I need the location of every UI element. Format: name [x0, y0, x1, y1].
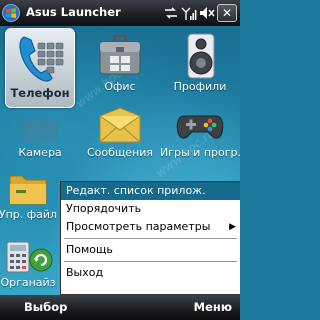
tile-messages[interactable]: Сообщения: [80, 106, 160, 159]
menu-divider: [64, 238, 237, 239]
menu-item-exit[interactable]: Выход: [61, 264, 240, 282]
submenu-arrow-icon: ▶: [229, 222, 236, 232]
soft-key-bar: Выбор Меню: [0, 295, 240, 320]
menu-item-help[interactable]: Помощь: [61, 241, 240, 259]
office-briefcase-icon: [99, 34, 141, 75]
menu-item-label: Помощь: [66, 243, 113, 256]
signal-strength-icon[interactable]: [181, 5, 197, 21]
menu-item-label: Редакт. список прилож.: [66, 184, 206, 197]
menu-item-label: Упорядочить: [66, 202, 142, 215]
status-icons: ✕: [163, 4, 237, 22]
tile-label: Органайз: [0, 276, 56, 289]
tile-organizer[interactable]: Органайз: [0, 240, 60, 289]
tile-file-manager[interactable]: Упр. файл: [0, 170, 60, 221]
context-menu: Редакт. список прилож. Упорядочить Просм…: [60, 181, 240, 295]
app-title: Asus Launcher: [26, 5, 121, 19]
tile-label: Офис: [104, 80, 136, 93]
menu-divider: [64, 261, 237, 262]
tile-camera[interactable]: Камера: [0, 114, 80, 159]
phone-icon: [19, 36, 64, 82]
tile-label: Камера: [18, 146, 62, 159]
folder-icon: [9, 175, 47, 205]
gamepad-icon: [176, 115, 224, 139]
tile-games[interactable]: Игры и прогр.: [160, 106, 240, 159]
tile-highlight: Телефон: [5, 28, 75, 108]
calculator-icon: [6, 241, 53, 273]
title-bar: Asus Launcher ✕: [0, 0, 240, 26]
tile-label: Упр. файл: [0, 208, 58, 221]
menu-item-arrange[interactable]: Упорядочить: [61, 200, 240, 218]
camera-icon: [22, 120, 58, 142]
tile-office[interactable]: Офис: [80, 32, 160, 93]
menu-item-label: Просмотреть параметры: [66, 220, 211, 233]
tile-label: Игры и прогр.: [160, 146, 240, 159]
menu-item-edit-app-list[interactable]: Редакт. список прилож.: [61, 182, 240, 200]
connectivity-icon[interactable]: [163, 5, 179, 21]
close-button[interactable]: ✕: [217, 4, 237, 22]
speaker-icon: [187, 33, 215, 79]
right-softkey[interactable]: Меню: [194, 300, 232, 314]
tile-label: Профили: [173, 80, 227, 93]
start-menu-icon[interactable]: [2, 4, 20, 22]
tile-label: Сообщения: [86, 146, 153, 159]
menu-item-label: Выход: [66, 266, 104, 279]
left-softkey[interactable]: Выбор: [24, 300, 67, 314]
envelope-icon: [99, 107, 141, 143]
volume-muted-icon[interactable]: [199, 5, 215, 21]
menu-item-view-options[interactable]: Просмотреть параметры ▶: [61, 218, 240, 236]
tile-profiles[interactable]: Профили: [160, 32, 240, 93]
tile-phone[interactable]: Телефон: [0, 28, 80, 108]
tile-label: Телефон: [10, 86, 70, 100]
